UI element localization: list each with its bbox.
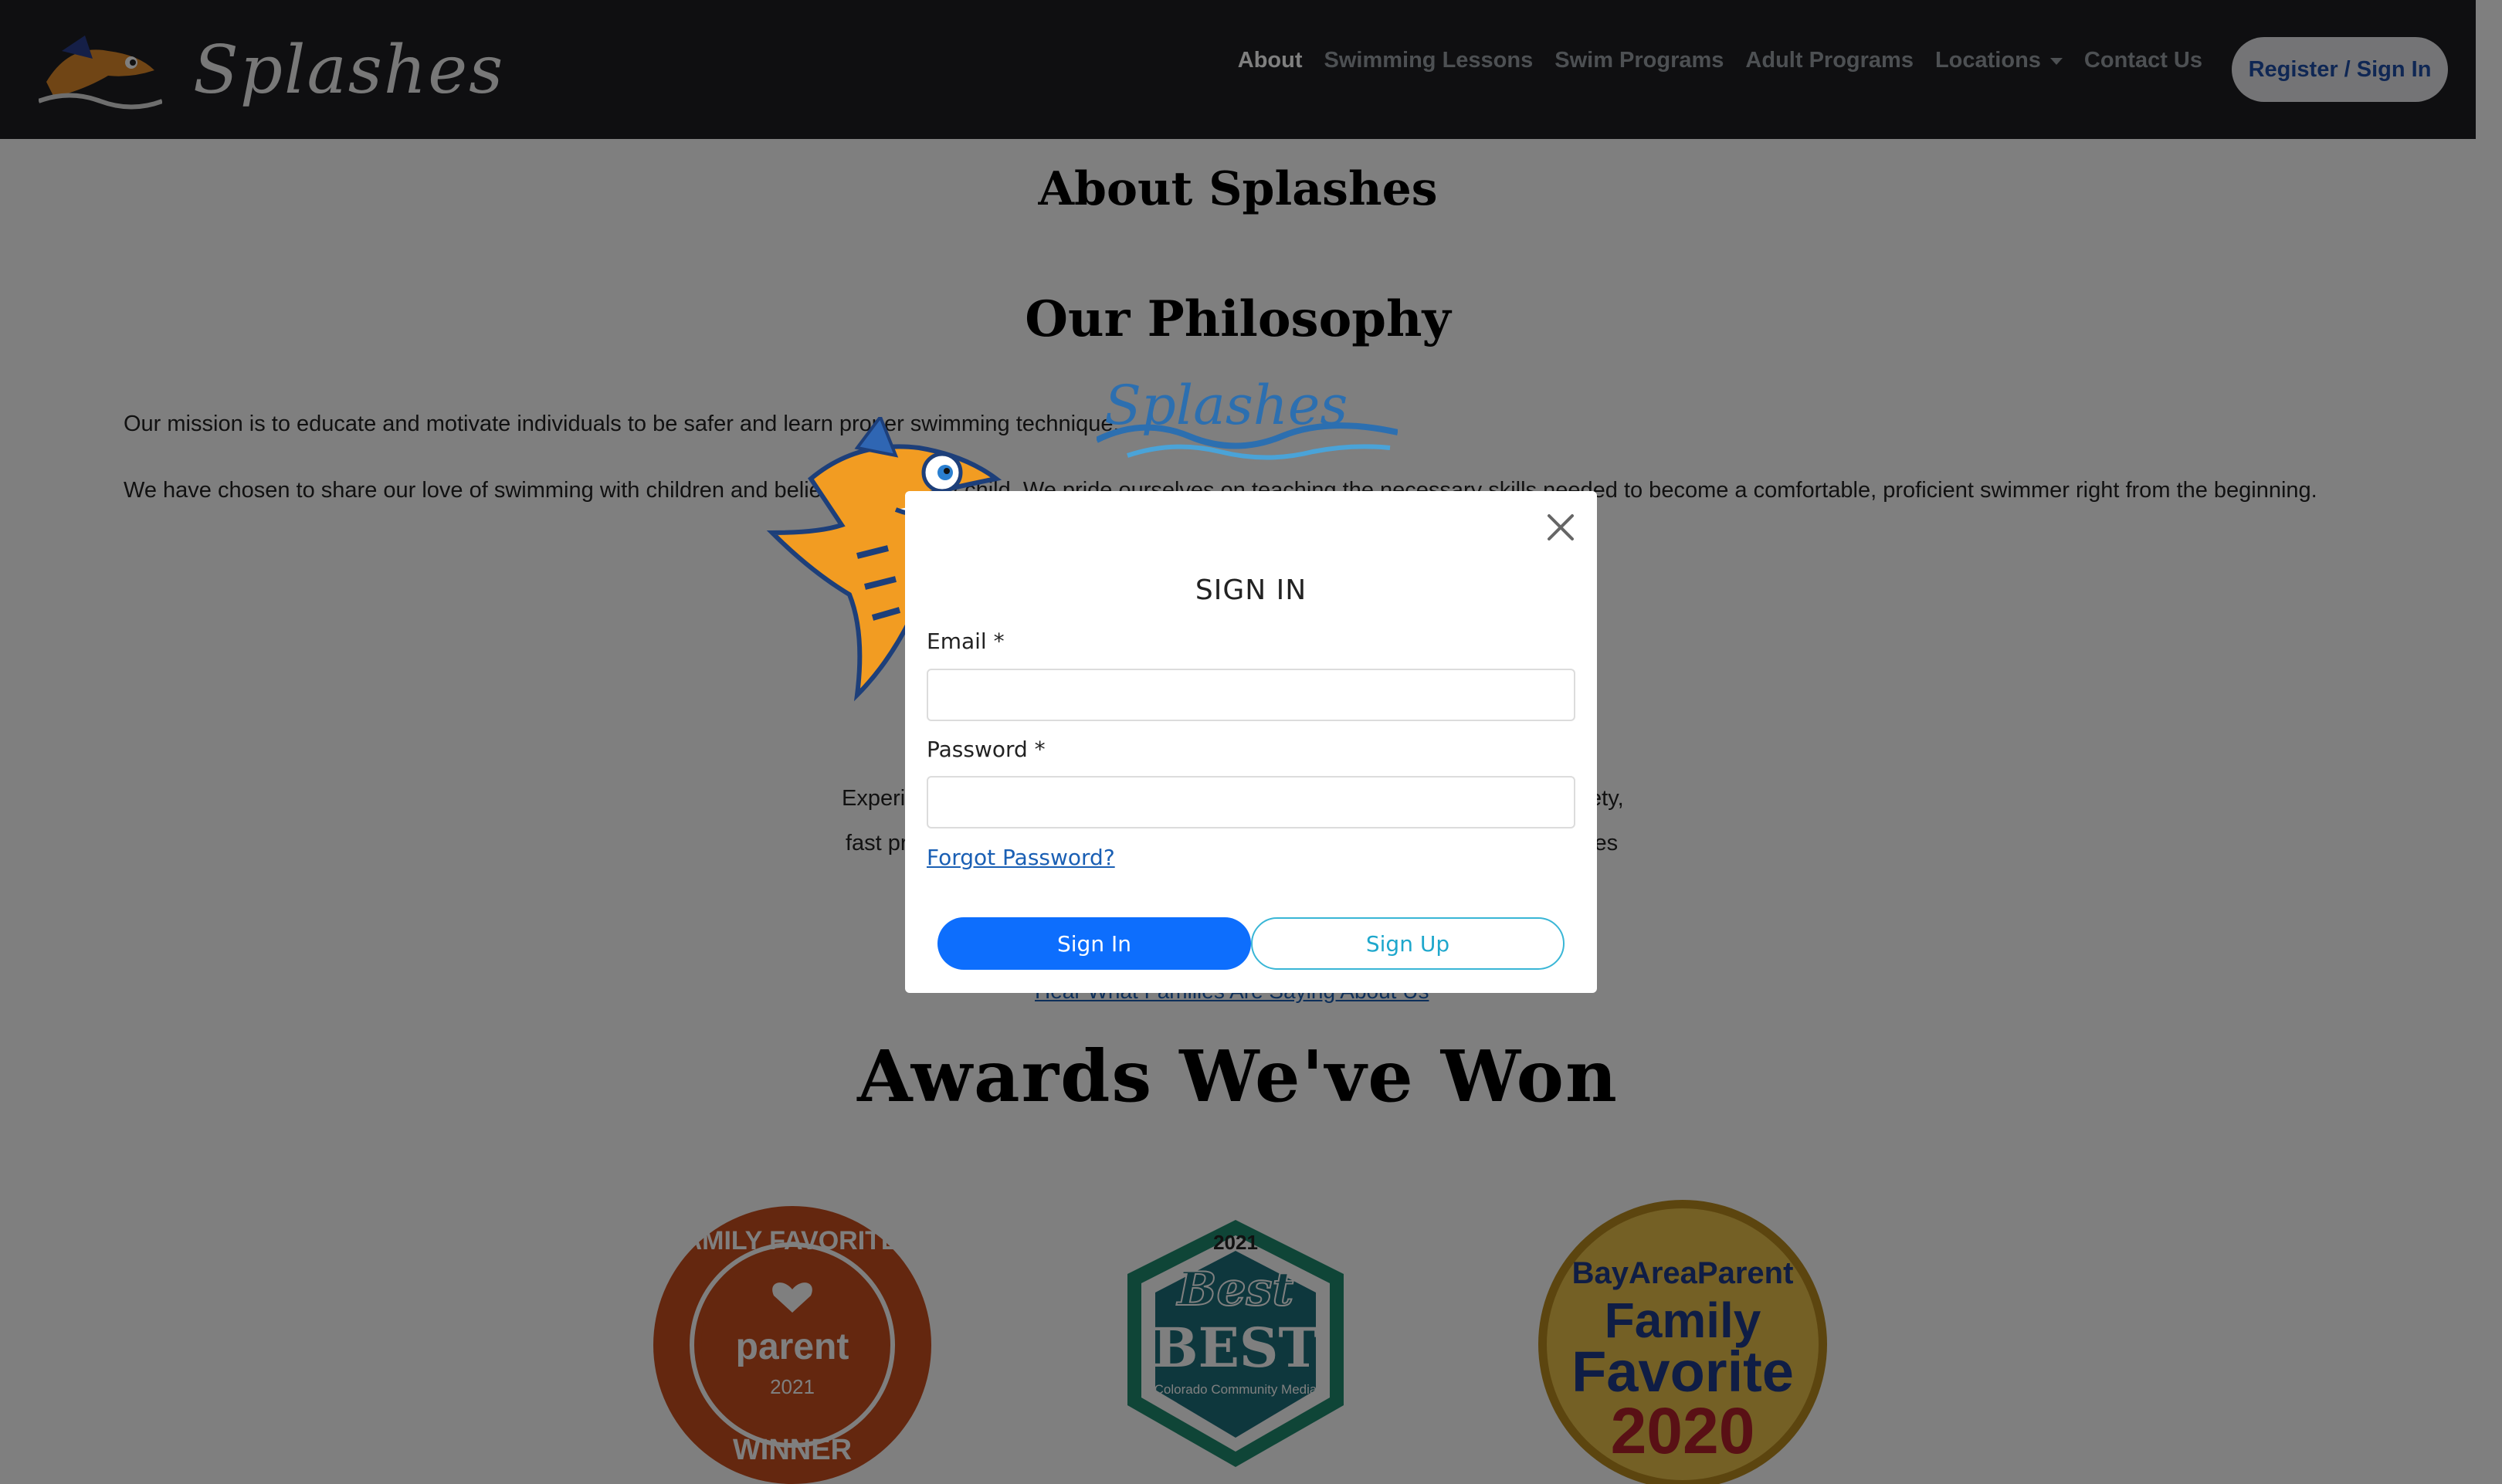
email-label: Email * <box>927 628 1005 654</box>
wave-icon <box>1097 422 1398 460</box>
password-field[interactable] <box>927 776 1575 828</box>
email-field[interactable] <box>927 669 1575 721</box>
signin-modal: SIGN IN Email * Password * Forgot Passwo… <box>905 491 1597 993</box>
signup-button[interactable]: Sign Up <box>1251 917 1565 970</box>
forgot-password-link[interactable]: Forgot Password? <box>927 845 1115 870</box>
close-icon[interactable] <box>1543 510 1578 545</box>
signin-button[interactable]: Sign In <box>937 917 1251 970</box>
password-label: Password * <box>927 737 1046 762</box>
signin-title: SIGN IN <box>1195 574 1307 606</box>
